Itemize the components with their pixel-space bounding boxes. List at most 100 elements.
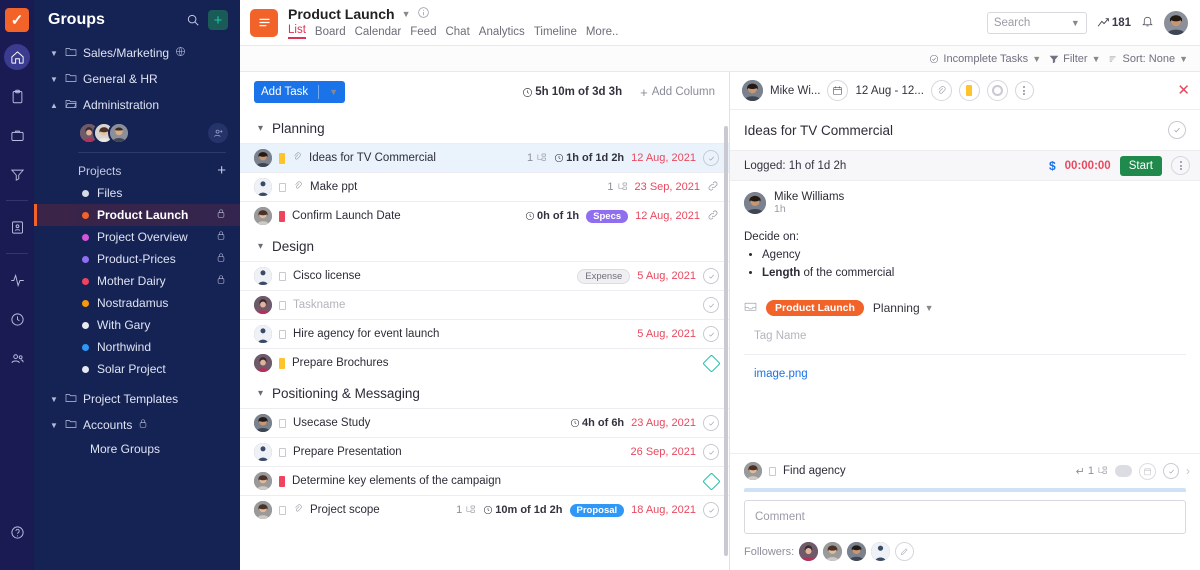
complete-task-button[interactable] <box>1168 121 1186 139</box>
rail-item-home[interactable] <box>4 44 30 70</box>
member-avatars[interactable] <box>78 122 130 144</box>
avatar[interactable] <box>254 178 272 196</box>
due-date[interactable]: 23 Sep, 2021 <box>635 181 700 193</box>
sidebar-search-button[interactable] <box>186 13 200 27</box>
chevron-down-icon[interactable]: ▼ <box>402 9 411 19</box>
task-name[interactable]: Cisco license <box>293 270 570 282</box>
attachment-link[interactable]: image.png <box>754 368 808 380</box>
more-groups-link[interactable]: More Groups <box>34 438 240 460</box>
tab-board[interactable]: Board <box>315 26 346 39</box>
table-row[interactable]: Make ppt 1 23 Sep, 2021 <box>240 172 729 201</box>
attachment-button[interactable] <box>930 80 952 101</box>
kebab-icon[interactable] <box>1014 81 1034 100</box>
avatar[interactable] <box>254 501 272 519</box>
avatar[interactable] <box>254 325 272 343</box>
avatar[interactable] <box>799 542 819 561</box>
table-row[interactable]: Taskname <box>240 290 729 319</box>
task-name[interactable]: Prepare Brochures <box>292 357 698 369</box>
complete-task-button[interactable] <box>703 444 719 460</box>
table-row[interactable]: Hire agency for event launch 5 Aug, 2021 <box>240 319 729 348</box>
progress-ring-button[interactable] <box>986 80 1008 101</box>
complete-task-button[interactable] <box>703 297 719 313</box>
detail-task-title[interactable]: Ideas for TV Commercial <box>744 123 1168 138</box>
avatar[interactable] <box>254 414 272 432</box>
add-column-button[interactable]: + Add Column <box>640 85 715 100</box>
filter-button[interactable]: Filter ▼ <box>1049 53 1100 65</box>
activity-counter[interactable]: 181 <box>1097 17 1131 29</box>
avatar[interactable] <box>1164 10 1188 35</box>
avatar[interactable] <box>254 472 272 490</box>
avatar[interactable] <box>744 462 762 480</box>
stage-selector[interactable]: Planning ▼ <box>873 301 934 315</box>
dollar-icon[interactable]: $ <box>1049 159 1056 173</box>
task-name[interactable]: Prepare Presentation <box>293 446 624 458</box>
calendar-icon[interactable] <box>827 80 849 101</box>
tab-analytics[interactable]: Analytics <box>479 26 525 39</box>
kebab-icon[interactable] <box>1171 156 1190 175</box>
sidebar-project-northwind[interactable]: Northwind <box>34 336 240 358</box>
task-name[interactable]: Ideas for TV Commercial <box>309 152 520 164</box>
avatar[interactable] <box>847 542 867 561</box>
avatar[interactable] <box>823 542 843 561</box>
priority-flag[interactable] <box>279 357 285 369</box>
sidebar-project-mother-dairy[interactable]: Mother Dairy <box>34 270 240 292</box>
link-icon[interactable] <box>707 180 719 195</box>
tab-list[interactable]: List <box>288 24 306 39</box>
avatar[interactable] <box>744 192 766 214</box>
priority-flag[interactable] <box>279 210 285 222</box>
section-header-planning[interactable]: ▾ Planning <box>240 112 729 143</box>
add-task-button[interactable]: Add Task ▼ <box>254 81 346 103</box>
tab-chat[interactable]: Chat <box>445 26 469 39</box>
avatar[interactable] <box>254 207 272 225</box>
complete-subtask-button[interactable] <box>1163 463 1179 479</box>
rail-item-filters[interactable] <box>4 161 30 187</box>
task-name[interactable]: Usecase Study <box>293 417 563 429</box>
sidebar-project-product-launch[interactable]: Product Launch <box>34 204 240 226</box>
due-date[interactable]: 5 Aug, 2021 <box>637 328 696 340</box>
complete-task-button[interactable] <box>703 150 719 166</box>
incomplete-tasks-filter[interactable]: Incomplete Tasks ▼ <box>929 53 1041 65</box>
rail-item-people[interactable] <box>4 345 30 371</box>
chevron-right-icon[interactable]: › <box>1186 464 1190 478</box>
avatar[interactable] <box>254 149 272 167</box>
table-row[interactable]: Prepare Brochures <box>240 348 729 377</box>
subtask-name[interactable]: Find agency <box>783 465 1069 477</box>
notifications-button[interactable] <box>1141 14 1154 31</box>
rail-item-projects[interactable] <box>4 122 30 148</box>
detail-date-range[interactable]: 12 Aug - 12... <box>855 85 923 97</box>
rail-item-tasks[interactable] <box>4 83 30 109</box>
detail-assignee[interactable]: Mike Wi... <box>770 85 820 97</box>
sidebar-add-group-button[interactable]: + <box>208 10 228 30</box>
due-date[interactable]: 12 Aug, 2021 <box>631 152 696 164</box>
priority-flag[interactable] <box>279 447 286 457</box>
avatar[interactable] <box>254 296 272 314</box>
tag-input[interactable]: Tag Name <box>754 330 806 342</box>
sort-button[interactable]: Sort: None ▼ <box>1108 53 1188 65</box>
rail-item-time[interactable] <box>4 306 30 332</box>
status-badge[interactable]: Proposal <box>569 503 625 517</box>
task-name[interactable]: Taskname <box>293 299 696 311</box>
due-date[interactable]: 5 Aug, 2021 <box>637 270 696 282</box>
priority-flag[interactable] <box>769 466 776 476</box>
attachment-icon[interactable] <box>293 503 303 517</box>
info-icon[interactable] <box>417 6 430 22</box>
priority-flag[interactable] <box>279 475 285 487</box>
subtask-row[interactable]: Find agency ↵ 1 › <box>730 453 1200 488</box>
start-timer-button[interactable]: Start <box>1119 155 1162 176</box>
priority-flag[interactable] <box>279 300 286 310</box>
task-name[interactable]: Determine key elements of the campaign <box>292 475 698 487</box>
table-row[interactable]: Confirm Launch Date 0h of 1h Specs 12 Au… <box>240 201 729 230</box>
due-date[interactable]: 23 Aug, 2021 <box>631 417 696 429</box>
complete-task-button[interactable] <box>703 502 719 518</box>
project-list-icon[interactable] <box>250 8 278 37</box>
task-description[interactable]: Decide on: Agency Length of the commerci… <box>744 229 1186 282</box>
add-member-button[interactable] <box>208 123 228 143</box>
sidebar-project-nostradamus[interactable]: Nostradamus <box>34 292 240 314</box>
rail-item-activity[interactable] <box>4 267 30 293</box>
chevron-down-icon[interactable]: ▼ <box>1071 18 1080 28</box>
attachment-icon[interactable] <box>292 151 302 165</box>
comment-input[interactable]: Comment <box>744 500 1186 534</box>
complete-task-button[interactable] <box>703 326 719 342</box>
sidebar-project-product-prices[interactable]: Product-Prices <box>34 248 240 270</box>
project-badge[interactable]: Product Launch <box>766 300 864 317</box>
